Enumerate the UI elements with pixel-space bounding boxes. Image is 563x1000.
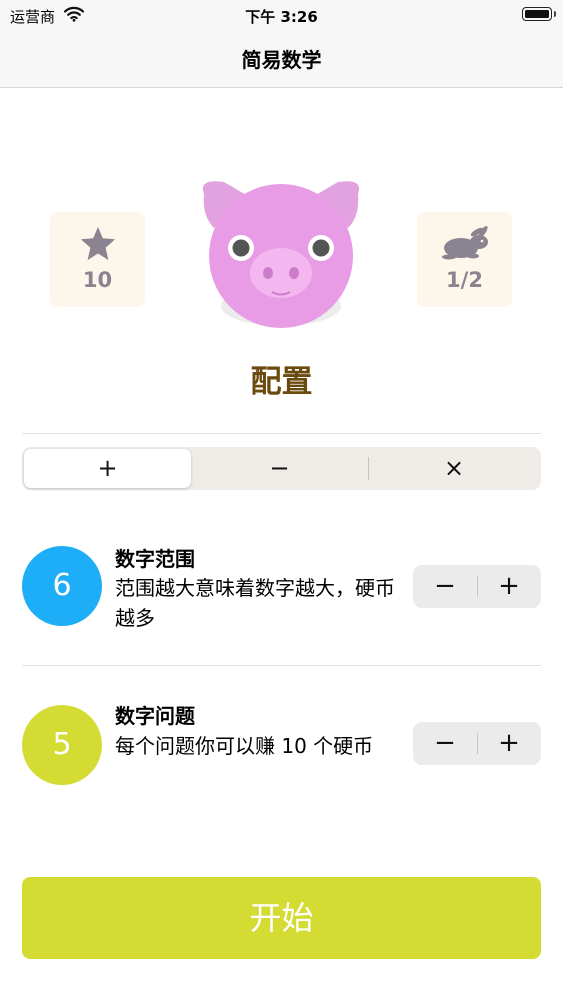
clock: 下午 3:26 (245, 8, 318, 26)
question-count-value-badge: 5 (22, 705, 102, 785)
question-count-increment-button[interactable]: + (477, 722, 541, 765)
number-range-increment-button[interactable]: + (477, 565, 541, 608)
question-count-title: 数字问题 (115, 704, 195, 728)
number-range-stepper: − + (413, 565, 541, 608)
stars-value: 10 (82, 268, 113, 292)
operation-subtract-segment[interactable]: − (193, 449, 366, 488)
page-title: 简易数学 (241, 48, 322, 72)
status-bar: 运营商 下午 3:26 (0, 0, 563, 30)
operation-multiply-segment[interactable]: × (369, 449, 539, 488)
operation-segmented-control: + − × (22, 447, 541, 490)
number-range-title: 数字范围 (115, 547, 195, 571)
question-count-stepper: − + (413, 722, 541, 765)
star-icon (50, 224, 145, 266)
number-range-value-badge: 6 (22, 546, 102, 626)
rabbit-icon (417, 224, 512, 266)
operation-add-segment[interactable]: + (24, 449, 191, 488)
stars-card: 10 (50, 212, 145, 307)
pig-icon (196, 176, 366, 336)
config-title: 配置 (250, 364, 313, 400)
speed-card: 1/2 (417, 212, 512, 307)
start-button[interactable]: 开始 (22, 877, 541, 959)
question-count-decrement-button[interactable]: − (413, 722, 477, 765)
number-range-description: 范围越大意味着数字越大，硬币越多 (115, 576, 395, 630)
divider (22, 665, 541, 666)
divider (22, 433, 541, 434)
navigation-bar: 简易数学 (0, 30, 563, 88)
question-count-description: 每个问题你可以赚 10 个硬币 (115, 734, 374, 758)
speed-value: 1/2 (446, 268, 483, 292)
number-range-decrement-button[interactable]: − (413, 565, 477, 608)
battery-icon (522, 7, 556, 21)
